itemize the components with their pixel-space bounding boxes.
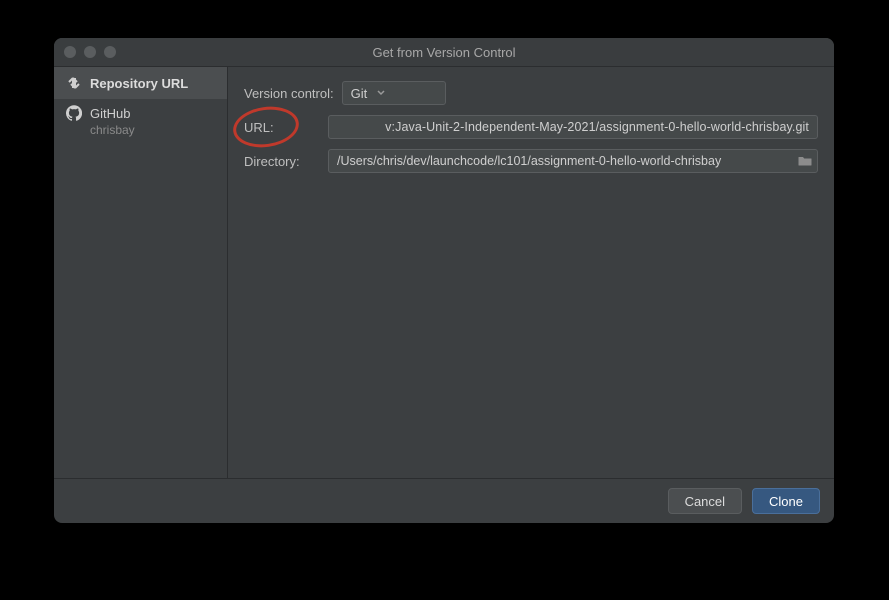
close-window-button[interactable] [64, 46, 76, 58]
vcs-label: Version control: [244, 86, 334, 101]
clone-button[interactable]: Clone [752, 488, 820, 514]
folder-icon [798, 154, 812, 168]
button-label: Cancel [685, 494, 725, 509]
github-username: chrisbay [90, 123, 215, 137]
main-panel: Version control: Git URL: Directory: [228, 67, 834, 478]
window-controls [64, 46, 116, 58]
url-input[interactable] [328, 115, 818, 139]
chevron-down-icon [377, 89, 385, 97]
dialog-footer: Cancel Clone [54, 478, 834, 523]
directory-row: Directory: [244, 149, 818, 173]
browse-directory-button[interactable] [796, 152, 814, 170]
vcs-value: Git [351, 86, 368, 101]
vcs-row: Version control: Git [244, 81, 818, 105]
zoom-window-button[interactable] [104, 46, 116, 58]
window-title: Get from Version Control [372, 45, 515, 60]
sidebar-item-label: Repository URL [90, 76, 188, 91]
url-label: URL: [244, 120, 322, 135]
checkout-icon [66, 75, 82, 91]
directory-label: Directory: [244, 154, 322, 169]
minimize-window-button[interactable] [84, 46, 96, 58]
dialog-body: Repository URL GitHub chrisbay Version c… [54, 67, 834, 478]
sidebar-item-github[interactable]: GitHub chrisbay [54, 99, 227, 147]
directory-input[interactable] [328, 149, 818, 173]
github-icon [66, 105, 82, 121]
dialog-window: Get from Version Control Repository URL [54, 38, 834, 523]
url-row: URL: [244, 115, 818, 139]
titlebar: Get from Version Control [54, 38, 834, 67]
sidebar-item-repository-url[interactable]: Repository URL [54, 67, 227, 99]
vcs-select[interactable]: Git [342, 81, 446, 105]
sidebar: Repository URL GitHub chrisbay [54, 67, 228, 478]
cancel-button[interactable]: Cancel [668, 488, 742, 514]
button-label: Clone [769, 494, 803, 509]
sidebar-item-label: GitHub [90, 106, 130, 121]
